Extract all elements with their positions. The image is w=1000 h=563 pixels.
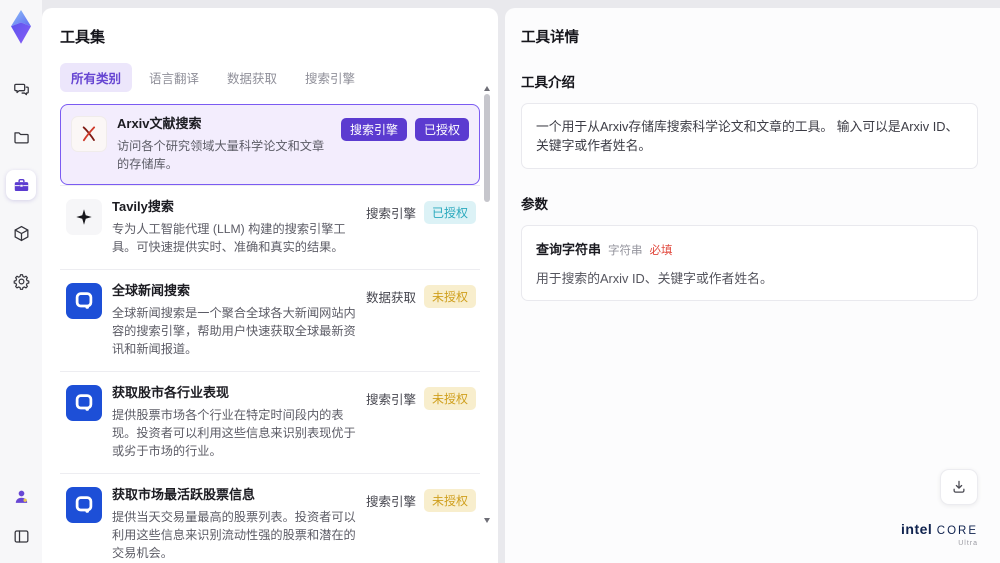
tool-name: 全球新闻搜索 [112,282,191,298]
rail-bottom [6,481,36,551]
rail-nav [6,74,36,296]
tool-name: Arxiv文献搜索 [117,116,202,131]
icon-rail [0,0,42,563]
detail-panel: 工具详情 工具介绍 一个用于从Arxiv存储库搜索科学论文和文章的工具。 输入可… [505,8,1000,563]
tab-category-2[interactable]: 数据获取 [216,63,288,92]
sidebar-item-settings[interactable] [6,266,36,296]
status-badge: 未授权 [423,284,476,308]
status-badge: 已授权 [423,200,476,224]
tool-info: 获取股市各行业表现提供股票市场各个行业在特定时间段内的表现。投资者可以利用这些信… [112,385,356,460]
tool-badges: 搜索引擎 未授权 [366,387,476,410]
category-label: 搜索引擎 [365,495,416,510]
core-wordmark: CORE [936,525,978,537]
user-icon [12,487,31,506]
param-box: 查询字符串 字符串 必填 用于搜索的Arxiv ID、关键字或作者姓名。 [521,225,978,302]
tools-panel: 工具集 所有类别 语言翻译 数据获取 搜索引擎 Arxiv文献搜索 访问各个研究领域大量… [42,8,498,563]
tool-name: 获取股市各行业表现 [112,385,230,400]
scroll-up-icon[interactable] [484,86,490,91]
category-label: 搜索引擎 [365,206,416,221]
briefcase-icon [12,176,31,195]
tool-info: Tavily搜索专为人工智能代理 (LLM) 构建的搜索引擎工具。可快速提供实时… [112,199,356,256]
ultra-label: Ultra [958,540,978,547]
sidebar-item-chat[interactable] [6,74,36,104]
intel-wordmark: intel [901,521,933,537]
scrollbar-thumb[interactable] [484,94,490,202]
tool-card[interactable]: 获取市场最活跃股票信息提供当天交易量最高的股票列表。投资者可以利用这些信息来识别… [60,473,480,563]
sidebar-item-files[interactable] [6,122,36,152]
category-label: 数据获取 [365,290,416,305]
intro-heading: 工具介绍 [521,75,575,90]
tool-name: 获取市场最活跃股票信息 [112,487,256,503]
status-badge: 已授权 [414,118,469,141]
sidebar-item-user[interactable] [6,481,36,511]
tool-name: Tavily搜索 [112,198,174,214]
intro-text: 一个用于从Arxiv存储库搜索科学论文和文章的工具。 输入可以是Arxiv ID… [536,119,959,154]
panel-toggle-icon [12,527,31,546]
tab-category-1[interactable]: 语言翻译 [138,63,210,92]
tool-info: 获取市场最活跃股票信息提供当天交易量最高的股票列表。投资者可以利用这些信息来识别… [112,487,356,562]
tool-description: 提供股票市场各个行业在特定时间段内的表现。投资者可以利用这些信息来识别表现优于或… [112,407,356,458]
detail-title: 工具详情 [521,30,579,46]
intel-core-logo: intel CORE Ultra [901,522,978,547]
download-button[interactable] [940,469,978,505]
tool-card[interactable]: Tavily搜索专为人工智能代理 (LLM) 构建的搜索引擎工具。可快速提供实时… [60,184,480,269]
intro-box: 一个用于从Arxiv存储库搜索科学论文和文章的工具。 输入可以是Arxiv ID… [521,103,978,170]
arxiv-icon [71,116,107,152]
status-badge: 未授权 [423,387,476,410]
tool-card[interactable]: 获取股市各行业表现提供股票市场各个行业在特定时间段内的表现。投资者可以利用这些信… [60,371,480,473]
category-tabs: 所有类别 语言翻译 数据获取 搜索引擎 [60,63,480,92]
category-badge: 搜索引擎 [340,118,407,141]
tool-card[interactable]: 全球新闻搜索全球新闻搜索是一个聚合全球各大新闻网站内容的搜索引擎，帮助用户快速获… [60,268,480,371]
tool-description: 提供当天交易量最高的股票列表。投资者可以利用这些信息来识别流动性强的股票和潜在的… [112,509,356,561]
tool-description: 访问各个研究领域大量科学论文和文章的存储库。 [117,138,325,171]
sidebar-item-tools[interactable] [6,170,36,200]
cube-icon [12,224,31,243]
tavily-icon [66,198,102,235]
blueapp-icon [66,487,102,524]
tab-category-0[interactable]: 所有类别 [60,63,133,92]
tool-info: 全球新闻搜索全球新闻搜索是一个聚合全球各大新闻网站内容的搜索引擎，帮助用户快速获… [112,283,356,358]
download-icon [950,478,968,496]
blueapp-icon [66,282,102,319]
folder-icon [12,128,31,147]
tools-title: 工具集 [60,29,106,46]
tool-badges: 数据获取 未授权 [365,284,476,308]
param-required-badge: 必填 [649,245,673,258]
status-badge: 未授权 [423,489,476,513]
sidebar-item-plugins[interactable] [6,218,36,248]
tool-badges: 搜索引擎 已授权 [340,118,469,141]
tool-description: 专为人工智能代理 (LLM) 构建的搜索引擎工具。可快速提供实时、准确和真实的结… [112,221,346,254]
param-header: 查询字符串 字符串 必填 [536,239,963,258]
param-desc: 用于搜索的Arxiv ID、关键字或作者姓名。 [536,271,773,287]
category-label: 搜索引擎 [365,393,416,407]
tool-info: Arxiv文献搜索访问各个研究领域大量科学论文和文章的存储库。 [117,116,331,173]
params-heading: 参数 [521,197,548,213]
scroll-down-icon[interactable] [484,518,490,523]
blueapp-icon [66,385,102,421]
gear-icon [12,272,31,291]
param-type: 字符串 [608,245,643,258]
tool-badges: 搜索引擎 已授权 [365,200,476,224]
tool-list: Arxiv文献搜索 访问各个研究领域大量科学论文和文章的存储库。 搜索引擎 已授权 Ta… [60,104,480,563]
tool-badges: 搜索引擎 未授权 [365,489,476,513]
app-logo-icon [6,10,36,44]
tab-category-3[interactable]: 搜索引擎 [294,63,366,92]
tool-description: 全球新闻搜索是一个聚合全球各大新闻网站内容的搜索引擎，帮助用户快速获取全球最新资… [112,305,356,356]
scrollbar[interactable] [483,86,491,523]
sidebar-item-collapse[interactable] [6,521,36,551]
param-name: 查询字符串 [536,242,602,258]
tool-card-selected[interactable]: Arxiv文献搜索访问各个研究领域大量科学论文和文章的存储库。 搜索引擎 已授权 [60,104,480,185]
chat-icon [12,80,31,99]
